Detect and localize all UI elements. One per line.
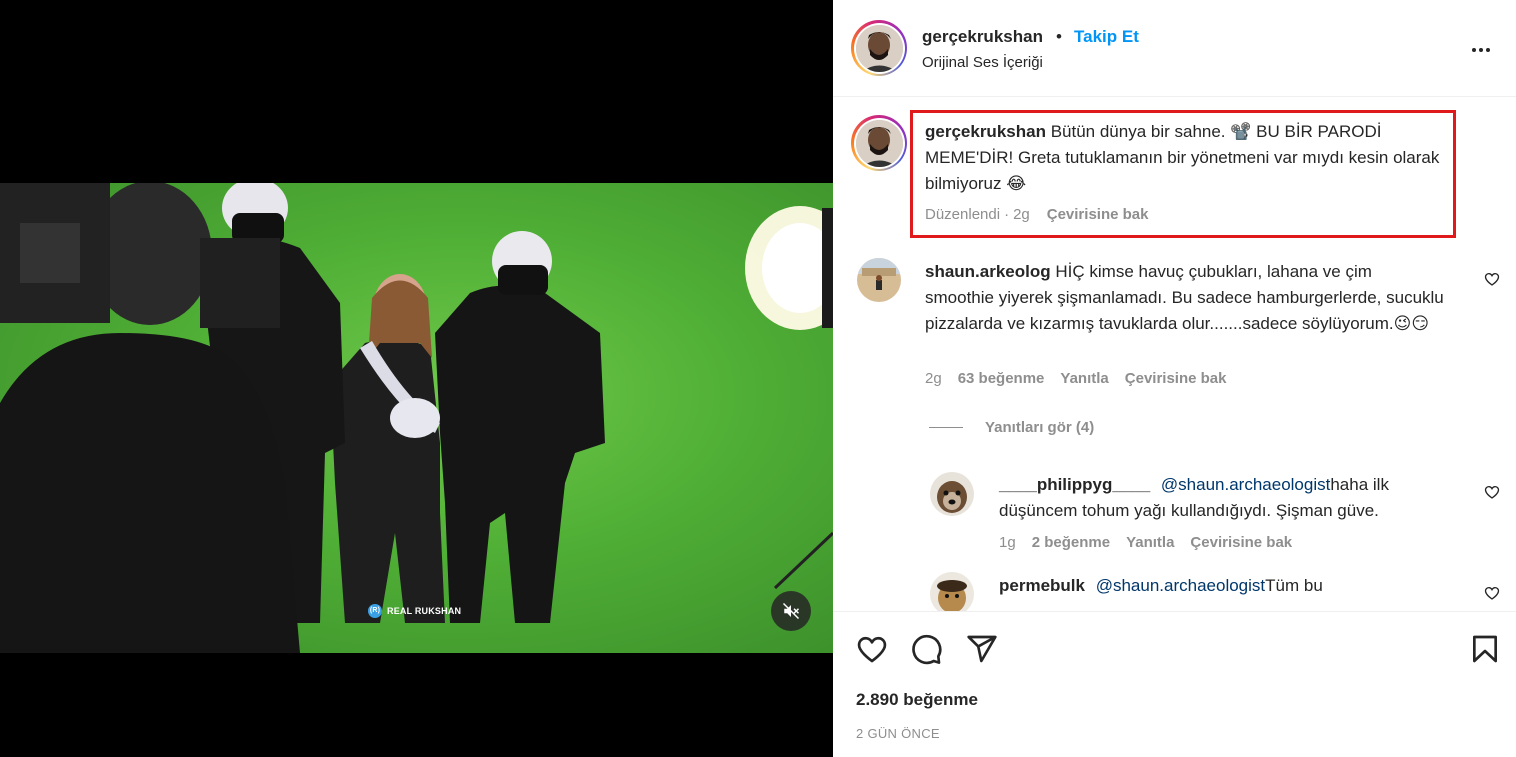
reply-username[interactable]: permebulk <box>999 576 1085 595</box>
view-replies-label: Yanıtları gör (4) <box>985 419 1095 436</box>
heart-icon[interactable] <box>856 633 888 665</box>
mute-toggle-button[interactable] <box>771 591 811 631</box>
reply-mention[interactable]: @shaun.archaeologist <box>1096 576 1265 595</box>
author-photo <box>855 24 903 72</box>
reply-like-icon[interactable] <box>1484 484 1500 500</box>
reply-translate-link[interactable]: Çevirisine bak <box>1190 534 1292 551</box>
post-date[interactable]: 2 GÜN ÖNCE <box>856 726 940 741</box>
channel-watermark: (R) REAL RUKSHAN <box>368 604 461 618</box>
watermark-label: REAL RUKSHAN <box>387 606 462 616</box>
reply-avatar[interactable] <box>930 472 974 516</box>
post-header: gerçekrukshan • Takip Et Orijinal Ses İç… <box>833 0 1516 97</box>
media-area: (R) REAL RUKSHAN <box>0 0 833 757</box>
comment-text-block: shaun.arkeolog HİÇ kimse havuç çubukları… <box>925 259 1445 337</box>
reply-time[interactable]: 1g <box>999 534 1016 551</box>
comment-meta: 2g 63 beğenme Yanıtla Çevirisine bak <box>925 370 1226 387</box>
post-actions: 2.890 beğenme 2 GÜN ÖNCE <box>833 611 1516 757</box>
comments-list[interactable]: gerçekrukshan Bütün dünya bir sahne. 📽️ … <box>833 98 1516 611</box>
comment-reply-button[interactable]: Yanıtla <box>1060 370 1108 387</box>
reply-mention[interactable]: @shaun.archaeologist <box>1161 475 1330 494</box>
comment-like-icon[interactable] <box>1484 271 1500 287</box>
video-frame <box>0 183 833 653</box>
view-replies-button[interactable]: Yanıtları gör (4) <box>929 419 1094 436</box>
author-username[interactable]: gerçekrukshan <box>922 27 1043 47</box>
caption-author-photo <box>855 119 903 167</box>
comment-likes[interactable]: 63 beğenme <box>958 370 1045 387</box>
caption-meta: Düzenlendi · 2g Çevirisine bak <box>925 206 1149 223</box>
follow-button[interactable]: Takip Et <box>1074 27 1139 47</box>
speaker-muted-icon <box>782 602 800 620</box>
caption-author-avatar[interactable] <box>851 115 907 171</box>
likes-count[interactable]: 2.890 beğenme <box>856 690 978 710</box>
reply-username[interactable]: ____philippyg____ <box>999 475 1150 494</box>
caption-time[interactable]: 2g <box>1013 206 1030 223</box>
bookmark-icon[interactable] <box>1469 633 1501 665</box>
watermark-logo: (R) <box>368 604 382 618</box>
caption-edited: Düzenlendi <box>925 206 1001 223</box>
author-avatar[interactable] <box>851 20 907 76</box>
more-options-button[interactable] <box>1469 38 1493 62</box>
more-horizontal-icon <box>1472 48 1476 52</box>
caption-text-block: gerçekrukshan Bütün dünya bir sahne. 📽️ … <box>925 119 1455 197</box>
replies-divider-line <box>929 427 963 428</box>
reply-text-block: permebulk @shaun.archaeologistTüm bu <box>999 573 1449 599</box>
reply-text: Tüm bu <box>1265 576 1323 595</box>
video-player[interactable] <box>0 183 833 653</box>
post-panel: gerçekrukshan • Takip Et Orijinal Ses İç… <box>833 0 1516 757</box>
comment-bubble-icon[interactable] <box>911 633 943 665</box>
reply-meta: 1g 2 beğenme Yanıtla Çevirisine bak <box>999 534 1292 551</box>
comment-avatar[interactable] <box>857 258 901 302</box>
separator-dot: • <box>1056 27 1062 46</box>
reply-reply-button[interactable]: Yanıtla <box>1126 534 1174 551</box>
reply-avatar[interactable] <box>930 572 974 611</box>
paper-plane-icon[interactable] <box>966 633 998 665</box>
caption-translate-link[interactable]: Çevirisine bak <box>1047 206 1149 223</box>
comment-username[interactable]: shaun.arkeolog <box>925 262 1051 281</box>
comment-translate-link[interactable]: Çevirisine bak <box>1125 370 1227 387</box>
reply-like-icon[interactable] <box>1484 585 1500 601</box>
audio-label[interactable]: Orijinal Ses İçeriği <box>922 54 1043 71</box>
caption-username[interactable]: gerçekrukshan <box>925 122 1046 141</box>
reply-likes[interactable]: 2 beğenme <box>1032 534 1110 551</box>
reply-text-block: ____philippyg____ @shaun.archaeologistha… <box>999 472 1449 524</box>
comment-time[interactable]: 2g <box>925 370 942 387</box>
